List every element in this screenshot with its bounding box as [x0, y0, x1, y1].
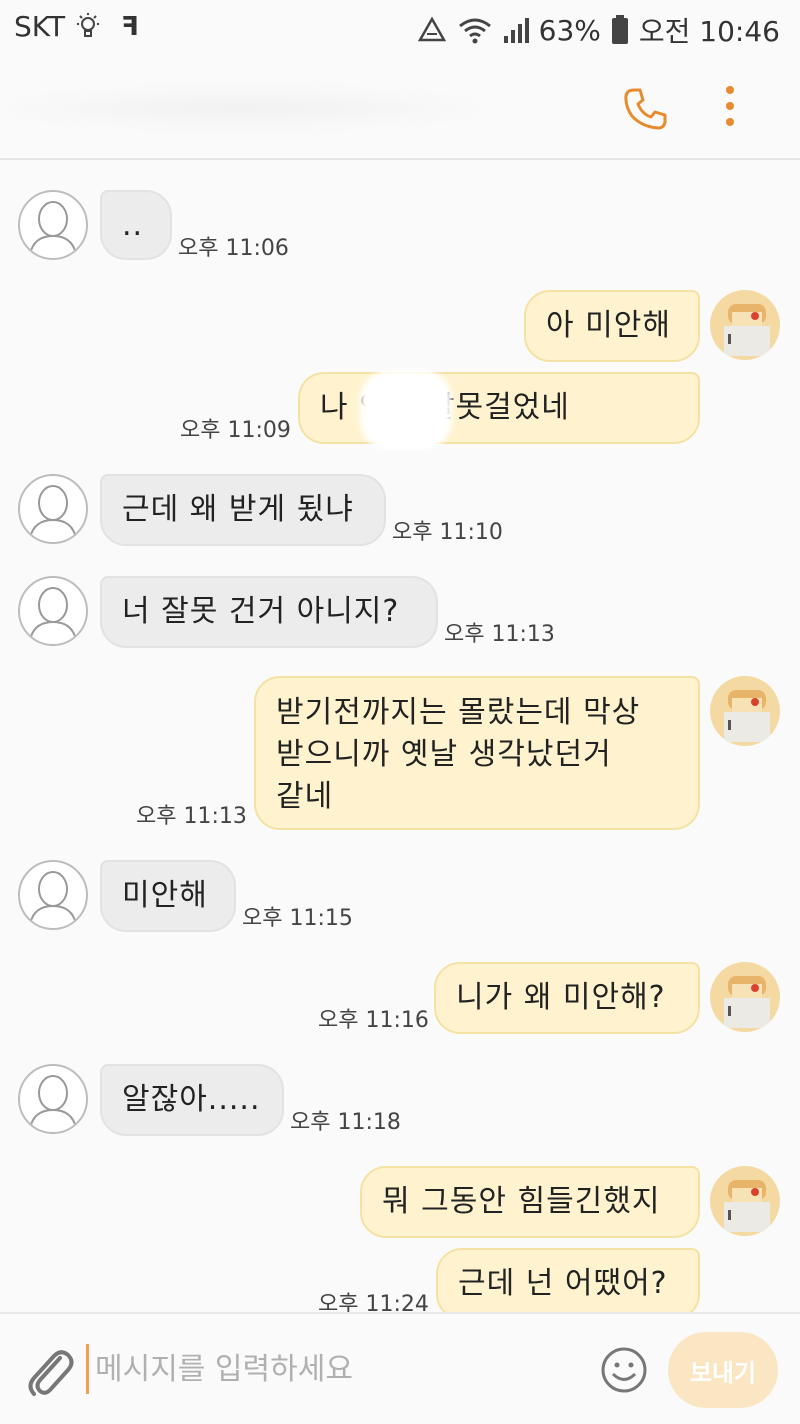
message-bubble-outgoing[interactable]: 아 미안해	[524, 290, 700, 362]
contact-avatar[interactable]	[18, 576, 88, 646]
person-icon	[29, 871, 77, 925]
more-options-button[interactable]	[718, 82, 742, 136]
message-time: 오후 11:16	[318, 1008, 429, 1033]
message-bubble-outgoing[interactable]: 근데 넌 어땠어?	[436, 1248, 700, 1312]
smiley-icon	[601, 1347, 647, 1393]
message-bubble-incoming[interactable]: 알잖아.....	[100, 1064, 284, 1136]
contact-avatar[interactable]	[18, 190, 88, 260]
conversation-header	[0, 56, 800, 160]
message-list[interactable]: .. 오후 11:06 아 미안해 나 인데 잘못걸었네 오후 11:09 근데…	[0, 160, 800, 1312]
message-input[interactable]	[86, 1344, 595, 1394]
message-bubble-incoming[interactable]: ..	[100, 190, 172, 260]
call-button[interactable]	[620, 84, 670, 138]
paperclip-icon	[28, 1350, 74, 1396]
toast-character-icon	[724, 1180, 770, 1232]
message-bubble-outgoing[interactable]: 뭐 그동안 힘들긴했지	[360, 1166, 700, 1238]
my-avatar[interactable]	[710, 1166, 780, 1236]
message-bubble-outgoing[interactable]: 니가 왜 미안해?	[434, 962, 700, 1034]
toast-character-icon	[724, 690, 770, 742]
wifi-icon	[457, 16, 493, 44]
attach-button[interactable]	[24, 1344, 74, 1404]
status-bar: SKT ꟻ 63% 오전 10:46	[0, 0, 800, 56]
battery-icon	[611, 15, 629, 45]
message-bubble-incoming[interactable]: 근데 왜 받게 됬냐	[100, 474, 386, 546]
message-time: 오후 11:24	[318, 1292, 429, 1312]
compose-bar: 보내기	[0, 1312, 800, 1424]
contact-avatar[interactable]	[18, 1064, 88, 1134]
emoji-button[interactable]	[600, 1346, 648, 1398]
f-notification-icon: ꟻ	[121, 11, 139, 42]
contact-avatar[interactable]	[18, 474, 88, 544]
message-time: 오후 11:06	[178, 236, 289, 261]
send-button[interactable]: 보내기	[668, 1332, 778, 1408]
person-icon	[29, 201, 77, 255]
message-bubble-incoming[interactable]: 너 잘못 건거 아니지?	[100, 576, 438, 648]
toast-character-icon	[724, 304, 770, 356]
more-vertical-icon	[726, 86, 734, 126]
message-time: 오후 11:18	[290, 1110, 401, 1135]
battery-percent: 63%	[538, 13, 601, 47]
lightbulb-icon	[75, 12, 101, 42]
message-time: 오후 11:10	[392, 520, 503, 545]
message-bubble-incoming[interactable]: 미안해	[100, 860, 236, 932]
message-bubble-outgoing[interactable]: 나 인데 잘못걸었네	[298, 372, 700, 444]
contact-avatar[interactable]	[18, 860, 88, 930]
my-avatar[interactable]	[710, 676, 780, 746]
message-time: 오후 11:13	[136, 804, 247, 829]
person-icon	[29, 485, 77, 539]
signal-icon	[503, 16, 529, 44]
message-time: 오후 11:09	[180, 418, 291, 443]
phone-icon	[624, 88, 667, 130]
message-time: 오후 11:15	[242, 906, 353, 931]
clock: 오전 10:46	[638, 15, 780, 48]
my-avatar[interactable]	[710, 962, 780, 1032]
my-avatar[interactable]	[710, 290, 780, 360]
message-time: 오후 11:13	[444, 622, 555, 647]
person-icon	[29, 587, 77, 641]
recycle-icon	[417, 16, 447, 44]
redaction-mark	[360, 370, 452, 450]
contact-name-blurred	[8, 86, 478, 130]
person-icon	[29, 1075, 77, 1129]
message-bubble-outgoing[interactable]: 받기전까지는 몰랐는데 막상 받으니까 옛날 생각났던거 같네	[254, 676, 700, 830]
carrier-label: SKT	[14, 10, 66, 43]
toast-character-icon	[724, 976, 770, 1028]
